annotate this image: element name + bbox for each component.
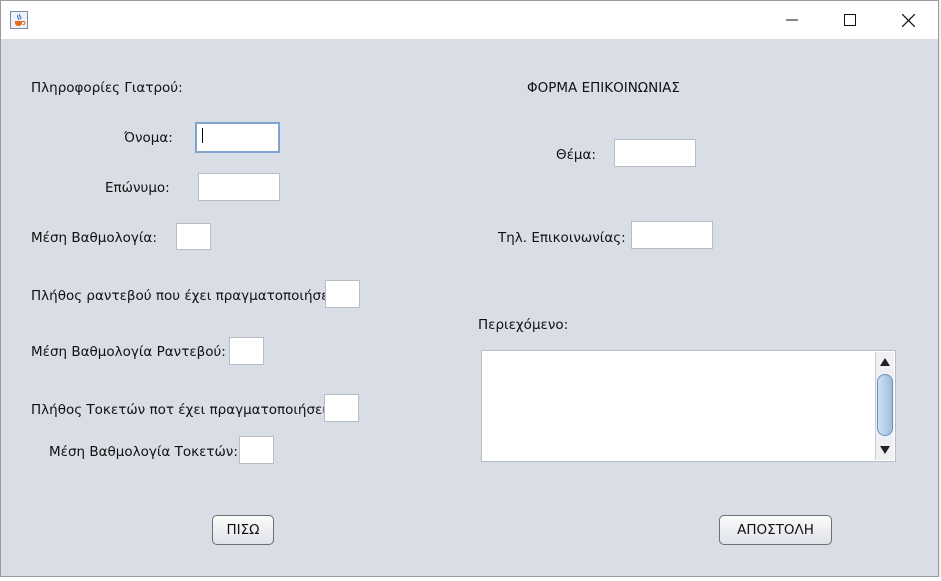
appointments-count-label: Πλήθος ραντεβού που έχει πραγματοποιήσει…: [31, 288, 338, 304]
send-button[interactable]: ΑΠΟΣΤΟΛΗ: [719, 515, 832, 545]
scroll-up-icon[interactable]: [876, 354, 894, 370]
contact-form-title: ΦΟΡΜΑ ΕΠΙΚΟΙΝΩΝΙΑΣ: [527, 80, 680, 96]
births-count-field[interactable]: [324, 394, 359, 422]
minimize-icon: [786, 14, 798, 26]
appointments-rating-field[interactable]: [229, 337, 264, 365]
births-count-label: Πλήθος Τοκετών ποτ έχει πραγματοποιήσει:: [31, 402, 332, 418]
desktop-background-strip: [0, 577, 941, 581]
doctor-info-title: Πληροφορίες Γιατρού:: [31, 80, 183, 96]
first-name-field[interactable]: [195, 122, 280, 153]
average-rating-field[interactable]: [176, 223, 211, 250]
appointments-rating-label: Μέση Βαθμολογία Ραντεβού:: [31, 344, 226, 360]
close-icon: [901, 13, 915, 27]
close-button[interactable]: [879, 1, 937, 39]
content-label: Περιεχόμενο:: [478, 317, 569, 333]
back-button[interactable]: ΠΙΣΩ: [212, 515, 274, 545]
application-window: Πληροφορίες Γιατρού: Όνομα: Επώνυμο: Μέσ…: [0, 0, 939, 577]
phone-field[interactable]: [631, 221, 713, 249]
content-textarea[interactable]: [481, 350, 896, 462]
births-rating-field[interactable]: [239, 436, 274, 464]
title-bar[interactable]: [1, 1, 938, 39]
subject-label: Θέμα:: [556, 147, 596, 163]
first-name-label: Όνομα:: [124, 130, 173, 146]
text-caret: [202, 128, 203, 143]
appointments-count-field[interactable]: [325, 280, 360, 308]
last-name-label: Επώνυμο:: [105, 180, 170, 196]
java-coffee-icon: [10, 11, 28, 29]
phone-label: Τηλ. Επικοινωνίας:: [498, 230, 626, 246]
minimize-button[interactable]: [763, 1, 821, 39]
average-rating-label: Μέση Βαθμολογία:: [31, 230, 157, 246]
births-rating-label: Μέση Βαθμολογία Τοκετών:: [49, 444, 238, 460]
vertical-scrollbar[interactable]: [875, 352, 894, 460]
scrollbar-thumb[interactable]: [877, 374, 893, 436]
maximize-button[interactable]: [821, 1, 879, 39]
last-name-field[interactable]: [198, 173, 280, 201]
scroll-down-icon[interactable]: [876, 442, 894, 458]
subject-field[interactable]: [614, 139, 696, 167]
maximize-icon: [844, 14, 856, 26]
